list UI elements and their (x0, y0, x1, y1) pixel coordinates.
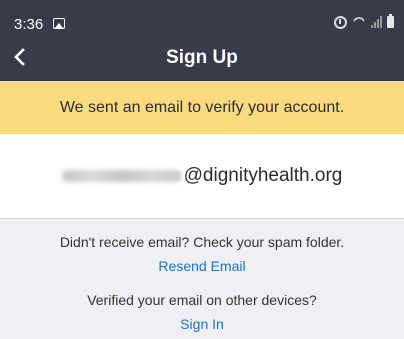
sign-in-link[interactable]: Sign In (180, 316, 224, 332)
wifi-icon (352, 15, 366, 29)
signal-icon (371, 16, 382, 28)
email-domain: @dignityhealth.org (183, 165, 343, 186)
page-title: Sign Up (166, 47, 238, 68)
sign-up-screen: 3:36 Sign Up We sent an email to verify … (0, 0, 404, 339)
sign-in-link-row: Sign In (0, 315, 404, 333)
verified-hint: Verified your email on other devices? (87, 292, 317, 308)
status-time: 3:36 (14, 16, 44, 33)
spam-hint: Didn't receive email? Check your spam fo… (59, 234, 345, 250)
resend-email-link-row: Resend Email (0, 257, 404, 275)
email-address: @dignityhealth.org (0, 164, 404, 188)
gallery-icon (53, 18, 65, 29)
redacted-email-user (61, 169, 182, 182)
verify-banner: We sent an email to verify your account. (0, 81, 404, 134)
divider (0, 218, 404, 219)
email-card: @dignityhealth.org (0, 134, 404, 218)
system-icons (334, 14, 394, 29)
status-bar: 3:36 (0, 0, 404, 35)
alarm-icon (334, 15, 347, 29)
nav-bar: Sign Up (0, 35, 404, 81)
battery-icon (387, 14, 394, 28)
resend-email-link[interactable]: Resend Email (158, 258, 245, 274)
